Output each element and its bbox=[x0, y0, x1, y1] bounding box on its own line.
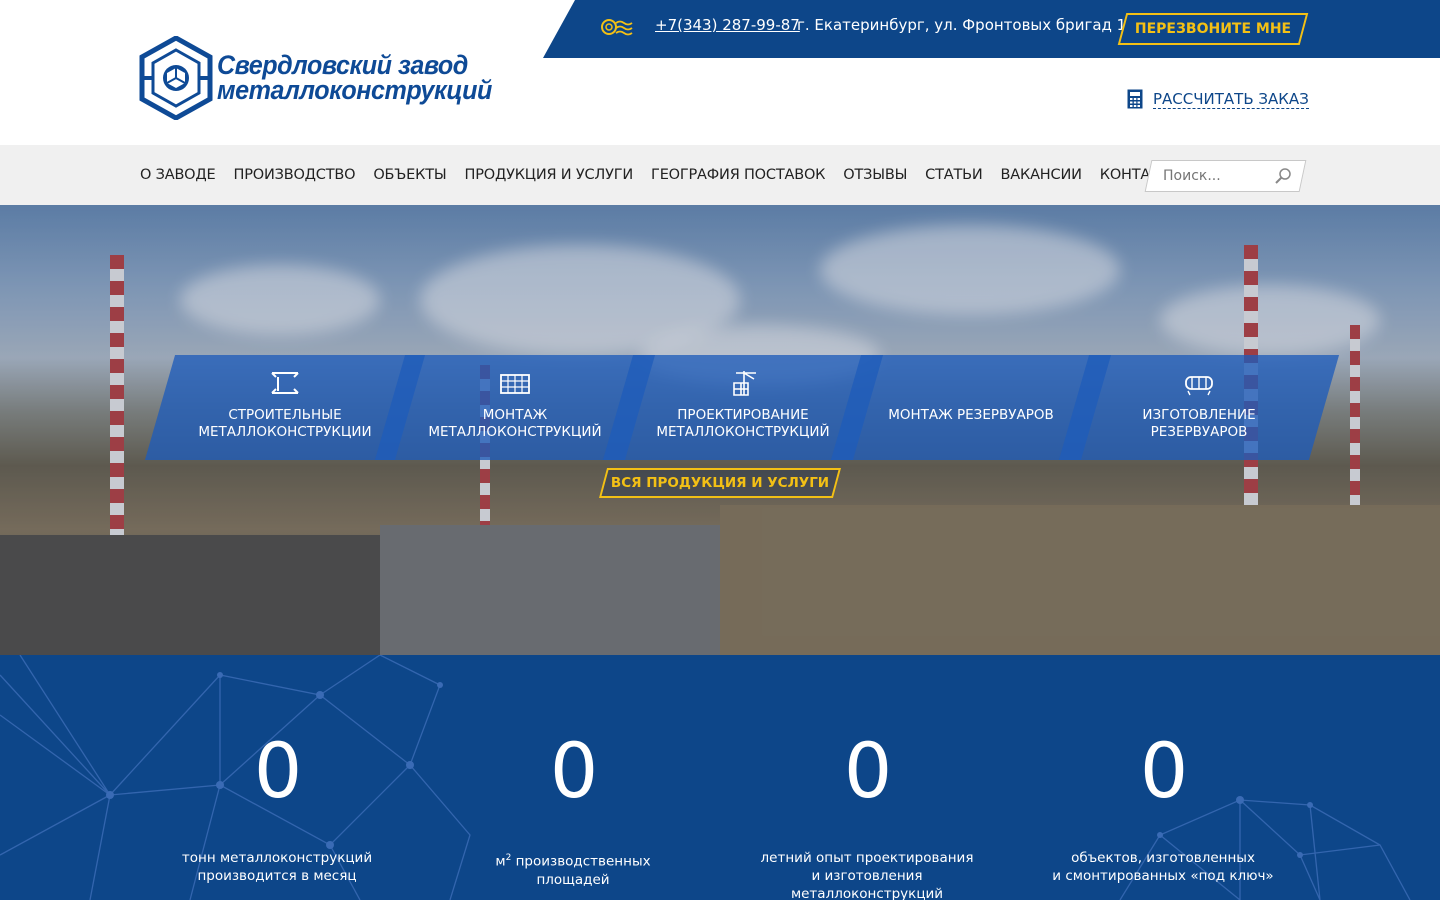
stat-label: м2 производственных площадей bbox=[495, 853, 651, 888]
stats-section: 0 тонн металлоконструкций производится в … bbox=[0, 655, 1440, 900]
service-structure-design[interactable]: ПРОЕКТИРОВАНИЕ МЕТАЛЛОКОНСТРУКЦИЙ bbox=[602, 355, 884, 460]
service-tank-installation[interactable]: МОНТАЖ РЕЗЕРВУАРОВ bbox=[830, 355, 1112, 460]
stat-label: летний опыт проектирования и изготовления… bbox=[760, 850, 974, 900]
calculate-order-link[interactable]: РАССЧИТАТЬ ЗАКАЗ bbox=[1127, 89, 1309, 109]
contact-icon bbox=[601, 19, 633, 36]
search-icon[interactable] bbox=[1274, 167, 1292, 185]
tank-icon bbox=[1185, 376, 1213, 396]
phone-link[interactable]: +7(343) 287-99-87 bbox=[655, 16, 800, 34]
beam-icon bbox=[271, 372, 299, 394]
service-label: ПРОЕКТИРОВАНИЕ МЕТАЛЛОКОНСТРУКЦИЙ bbox=[656, 407, 830, 440]
crane-icon bbox=[733, 371, 756, 396]
search-input[interactable] bbox=[1163, 165, 1263, 187]
service-tank-manufacturing[interactable]: ИЗГОТОВЛЕНИЕ РЕЗЕРВУАРОВ bbox=[1058, 355, 1340, 460]
stat-value: 0 bbox=[253, 726, 302, 815]
service-label: МОНТАЖ МЕТАЛЛОКОНСТРУКЦИЙ bbox=[428, 407, 602, 440]
nav-item-about[interactable]: О ЗАВОДЕ bbox=[140, 167, 216, 183]
service-structure-installation[interactable]: МОНТАЖ МЕТАЛЛОКОНСТРУКЦИЙ bbox=[374, 355, 656, 460]
stat-label: тонн металлоконструкций производится в ме… bbox=[181, 850, 373, 884]
calculator-icon bbox=[1127, 89, 1143, 109]
nav-item-reviews[interactable]: ОТЗЫВЫ bbox=[843, 167, 907, 183]
logo[interactable]: Свердловский завод металлоконструкций bbox=[139, 36, 513, 120]
nav-item-articles[interactable]: СТАТЬИ bbox=[925, 167, 983, 183]
main-nav: О ЗАВОДЕ ПРОИЗВОДСТВО ОБЪЕКТЫ ПРОДУКЦИЯ … bbox=[0, 145, 1440, 205]
stat-value: 0 bbox=[549, 726, 598, 815]
stat-label: объектов, изготовленных и смонтированных … bbox=[1052, 850, 1274, 884]
stat-turnkey-objects: 0 объектов, изготовленных и смонтированны… bbox=[1033, 655, 1293, 885]
logo-text: Свердловский завод металлоконструкций bbox=[217, 52, 492, 105]
service-label: СТРОИТЕЛЬНЫЕ МЕТАЛЛОКОНСТРУКЦИИ bbox=[198, 407, 372, 440]
services-strip: СТРОИТЕЛЬНЫЕ МЕТАЛЛОКОНСТРУКЦИИ МОНТАЖ МЕТ… bbox=[144, 355, 1340, 460]
stat-tons-per-month: 0 тонн металлоконструкций производится в … bbox=[147, 655, 407, 885]
nav-item-geography[interactable]: ГЕОГРАФИЯ ПОСТАВОК bbox=[651, 167, 825, 183]
nav-item-objects[interactable]: ОБЪЕКТЫ bbox=[373, 167, 446, 183]
all-products-button[interactable]: ВСЯ ПРОДУКЦИЯ И УСЛУГИ bbox=[598, 468, 842, 498]
frame-icon bbox=[500, 374, 530, 394]
nav-item-products[interactable]: ПРОДУКЦИЯ И УСЛУГИ bbox=[464, 167, 633, 183]
stat-value: 0 bbox=[843, 726, 892, 815]
stat-value: 0 bbox=[1139, 726, 1188, 815]
all-products-label: ВСЯ ПРОДУКЦИЯ И УСЛУГИ bbox=[610, 475, 830, 491]
callback-button-label: ПЕРЕЗВОНИТЕ МНЕ bbox=[1134, 21, 1292, 37]
factory-logo-icon bbox=[139, 36, 213, 120]
calculate-order-label: РАССЧИТАТЬ ЗАКАЗ bbox=[1153, 89, 1309, 109]
nav-item-vacancies[interactable]: ВАКАНСИИ bbox=[1001, 167, 1082, 183]
nav-item-production[interactable]: ПРОИЗВОДСТВО bbox=[234, 167, 356, 183]
address: г. Екатеринбург, ул. Фронтовых бригад 18 bbox=[797, 16, 1136, 34]
service-label: МОНТАЖ РЕЗЕРВУАРОВ bbox=[888, 407, 1054, 423]
service-building-structures[interactable]: СТРОИТЕЛЬНЫЕ МЕТАЛЛОКОНСТРУКЦИИ bbox=[144, 355, 426, 460]
stat-experience-years: 0 летний опыт проектирования и изготовлен… bbox=[737, 655, 997, 900]
logo-line2: металлоконструкций bbox=[217, 75, 492, 105]
stat-production-area: 0 м2 производственных площадей bbox=[443, 655, 703, 889]
service-label: ИЗГОТОВЛЕНИЕ РЕЗЕРВУАРОВ bbox=[1142, 407, 1256, 440]
hero-banner: СТРОИТЕЛЬНЫЕ МЕТАЛЛОКОНСТРУКЦИИ МОНТАЖ МЕТ… bbox=[0, 205, 1440, 655]
callback-button[interactable]: ПЕРЕЗВОНИТЕ МНЕ bbox=[1117, 13, 1309, 45]
nav-menu: О ЗАВОДЕ ПРОИЗВОДСТВО ОБЪЕКТЫ ПРОДУКЦИЯ … bbox=[140, 145, 1199, 205]
header: Свердловский завод металлоконструкций +7… bbox=[0, 0, 1440, 145]
search-box bbox=[1144, 160, 1307, 192]
